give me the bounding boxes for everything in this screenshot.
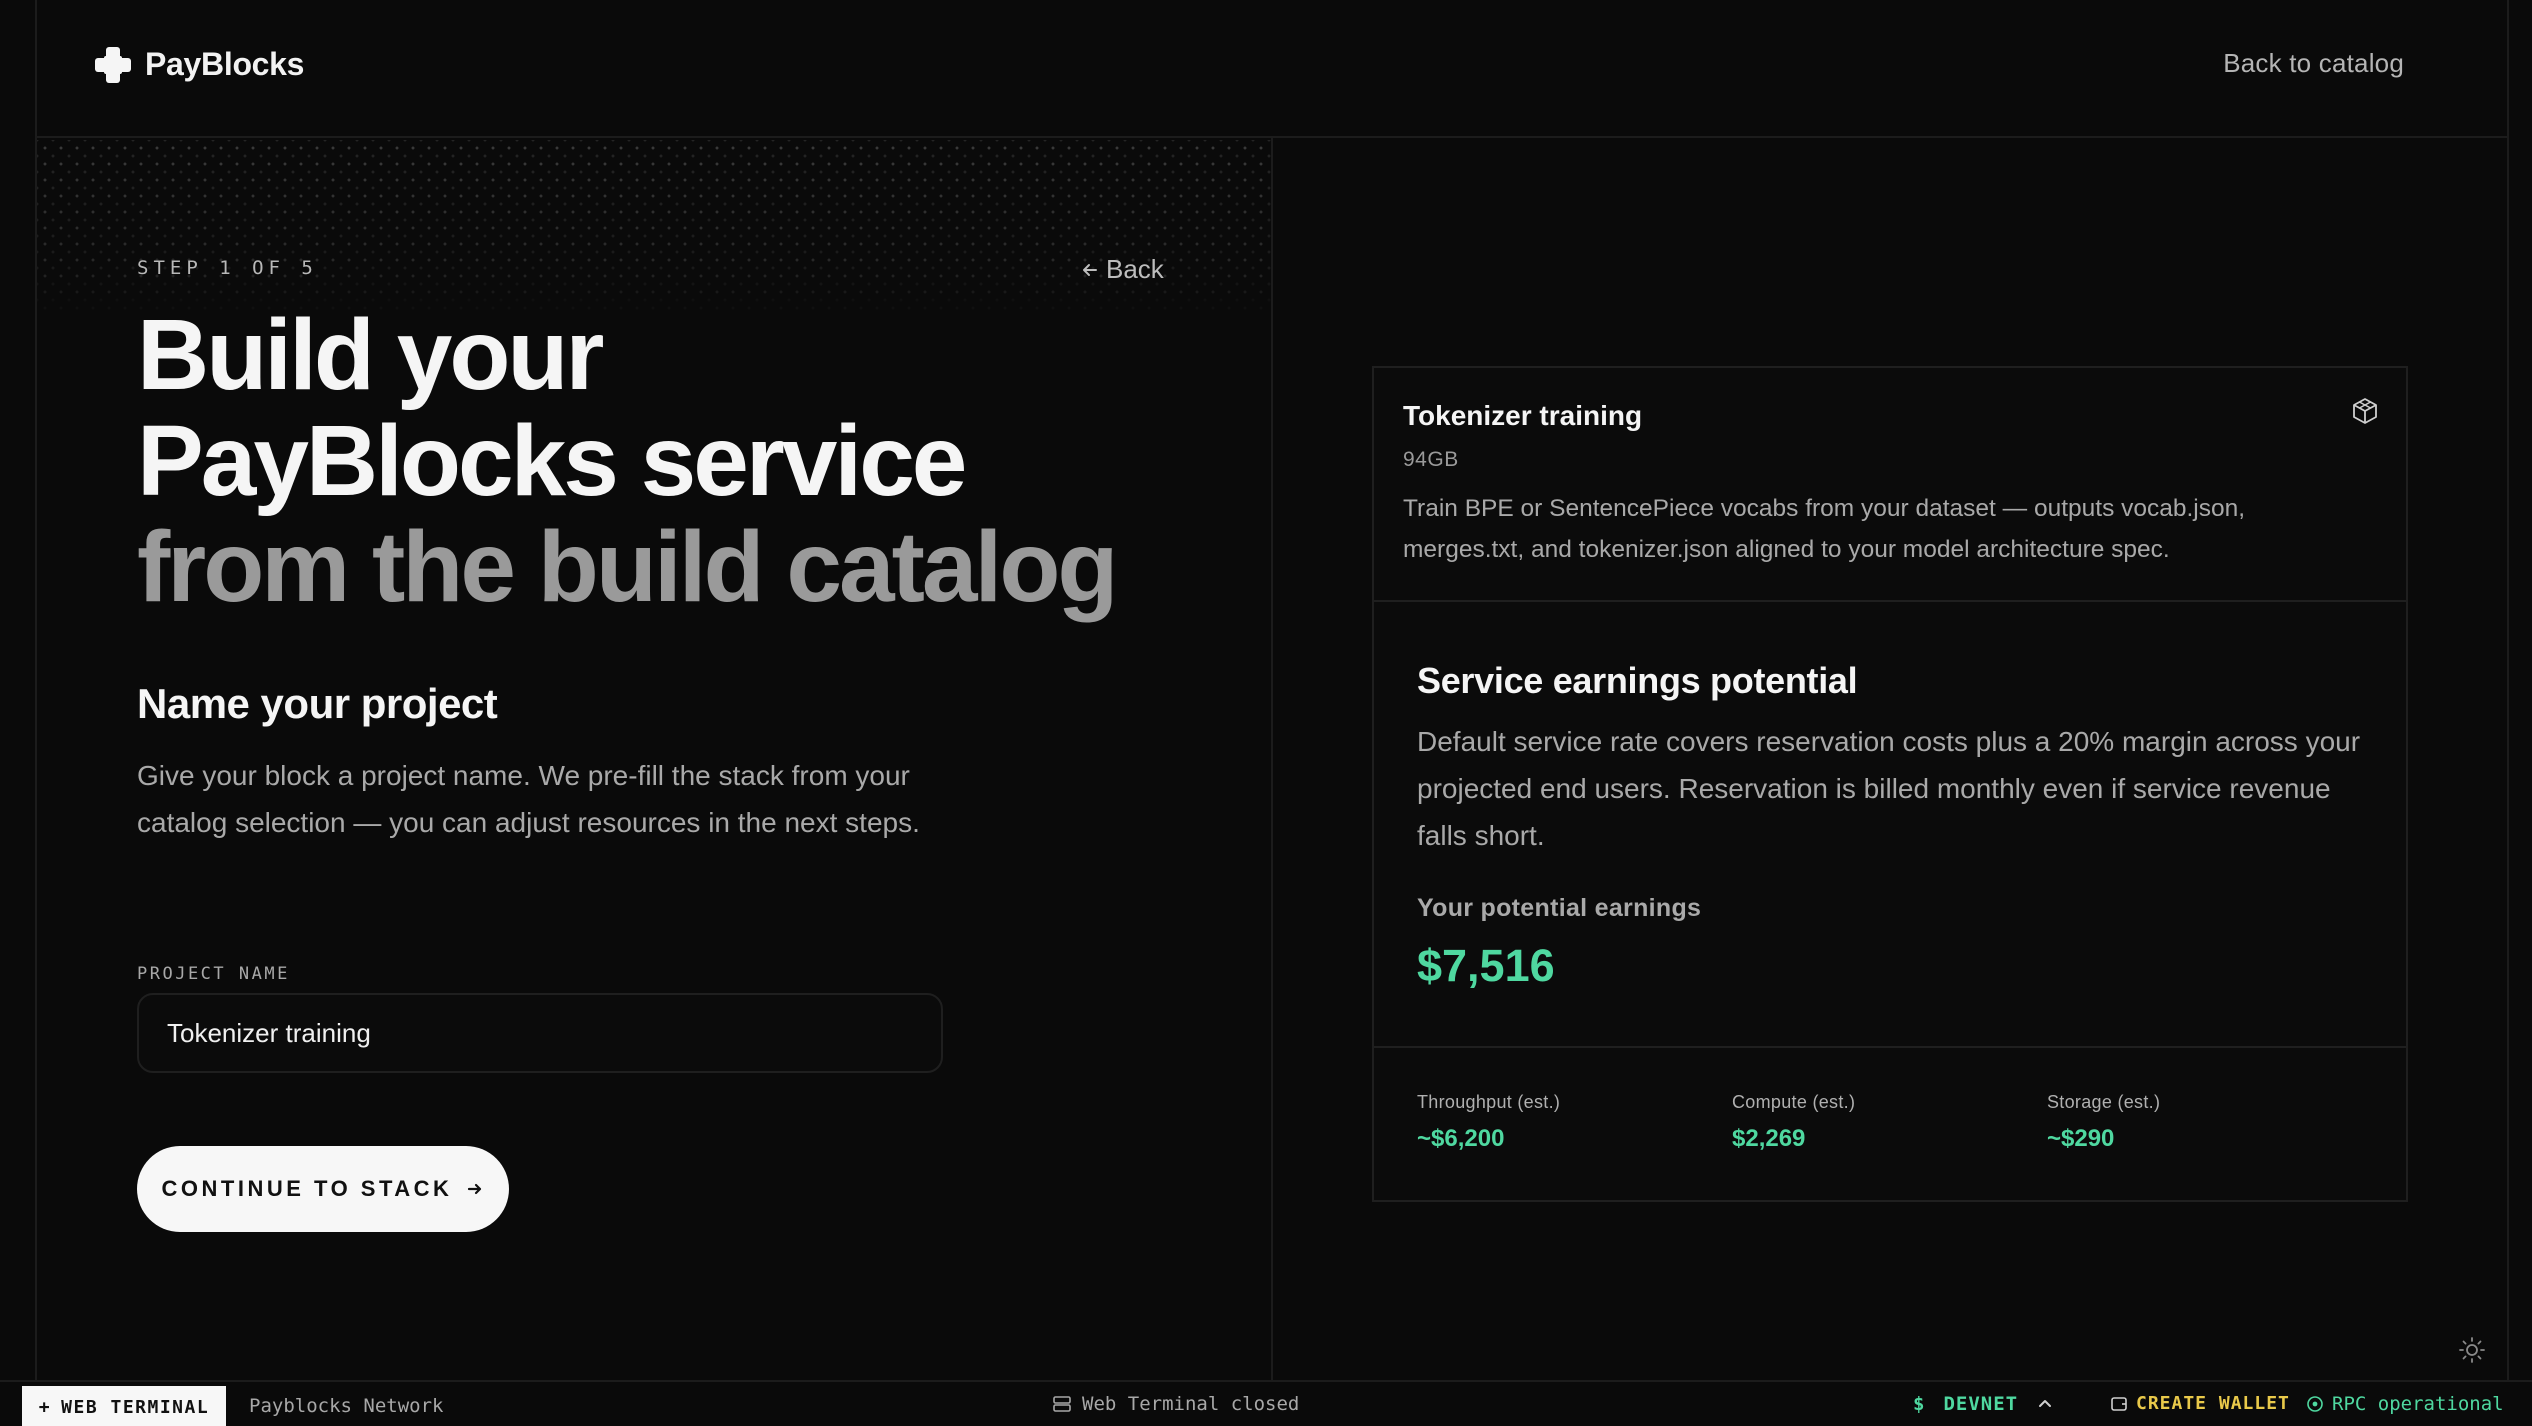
earnings-value: $7,516	[1417, 940, 1555, 991]
title-line-3: from the build catalog	[137, 511, 1118, 623]
section-description: Give your block a project name. We pre-f…	[137, 760, 920, 838]
server-icon	[1053, 1396, 1071, 1412]
back-to-catalog-link[interactable]: Back to catalog	[2223, 48, 2404, 79]
network-name: Payblocks Network	[249, 1395, 444, 1417]
sun-icon[interactable]	[2458, 1336, 2486, 1364]
page-title: Build your PayBlocks service from the bu…	[137, 299, 1118, 623]
stat-label: Throughput (est.)	[1417, 1092, 1561, 1112]
stat-value: $2,269	[1732, 1125, 1806, 1152]
status-bar: + WEB TERMINAL Payblocks Network Web Ter…	[0, 1380, 2532, 1426]
web-terminal-button[interactable]: + WEB TERMINAL	[22, 1386, 226, 1426]
create-wallet-label: CREATE WALLET	[2136, 1393, 2290, 1414]
terminal-status-text: Web Terminal closed	[1082, 1393, 1300, 1415]
back-button[interactable]: Back	[1080, 254, 1164, 285]
stat-value: ~$290	[2047, 1125, 2115, 1152]
plus-icon: +	[38, 1396, 52, 1418]
rpc-status: RPC operational	[2306, 1393, 2504, 1415]
earnings-description: Default service rate covers reservation …	[1417, 726, 2361, 851]
section-title: Name your project	[137, 680, 498, 727]
cluster-selector[interactable]: $ DEVNET	[1913, 1393, 2054, 1415]
project-name-input[interactable]: Tokenizer training	[137, 993, 943, 1073]
stat-label: Storage (est.)	[2047, 1092, 2161, 1112]
payblocks-logo-icon	[95, 46, 131, 83]
dollar-icon: $	[1913, 1393, 1926, 1415]
dot-pattern-decoration	[37, 140, 1271, 320]
terminal-status: Web Terminal closed	[1052, 1393, 1299, 1415]
service-card: Tokenizer training 94GB Train BPE or Sen…	[1372, 366, 2408, 1202]
project-name-label: PROJECT NAME	[137, 964, 290, 984]
earnings-label: Your potential earnings	[1417, 894, 1702, 922]
chevron-up-icon	[2039, 1400, 2052, 1407]
service-description: Train BPE or SentencePiece vocabs from y…	[1403, 495, 2246, 563]
earnings-panel: Service earnings potential Default servi…	[1374, 604, 2406, 1048]
title-line-1: Build your	[137, 299, 604, 411]
brand-name: PayBlocks	[145, 46, 305, 82]
wallet-icon	[2111, 1396, 2127, 1411]
service-size: 94GB	[1403, 448, 1459, 471]
stat-value: ~$6,200	[1417, 1125, 1505, 1152]
cluster-label: DEVNET	[1943, 1393, 2019, 1415]
cube-icon[interactable]	[2350, 396, 2380, 426]
step-indicator: STEP 1 OF 5	[137, 257, 318, 279]
rpc-status-text: RPC operational	[2332, 1393, 2504, 1415]
service-card-header: Tokenizer training 94GB Train BPE or Sen…	[1374, 368, 2406, 602]
arrow-right-icon	[468, 1183, 482, 1195]
arrow-left-icon	[1083, 263, 1097, 276]
stat-compute: Compute (est.) $2,269	[1732, 1092, 1855, 1153]
stat-label: Compute (est.)	[1732, 1092, 1856, 1112]
continue-to-stack-button[interactable]: CONTINUE TO STACK	[137, 1146, 509, 1232]
stat-storage: Storage (est.) ~$290	[2047, 1092, 2160, 1153]
back-label: Back	[1106, 254, 1164, 284]
create-wallet-button[interactable]: CREATE WALLET	[2110, 1393, 2290, 1414]
column-divider	[1271, 138, 1273, 1380]
service-title: Tokenizer training	[1403, 400, 1643, 431]
web-terminal-label: WEB TERMINAL	[61, 1396, 210, 1418]
top-header: PayBlocks Back to catalog	[37, 0, 2507, 138]
continue-label: CONTINUE TO STACK	[161, 1176, 453, 1201]
stat-throughput: Throughput (est.) ~$6,200	[1417, 1092, 1560, 1153]
brand-logo[interactable]: PayBlocks	[95, 46, 304, 83]
title-line-2: PayBlocks service	[137, 405, 967, 517]
status-circle-icon	[2307, 1396, 2323, 1412]
earnings-title: Service earnings potential	[1417, 660, 1858, 701]
